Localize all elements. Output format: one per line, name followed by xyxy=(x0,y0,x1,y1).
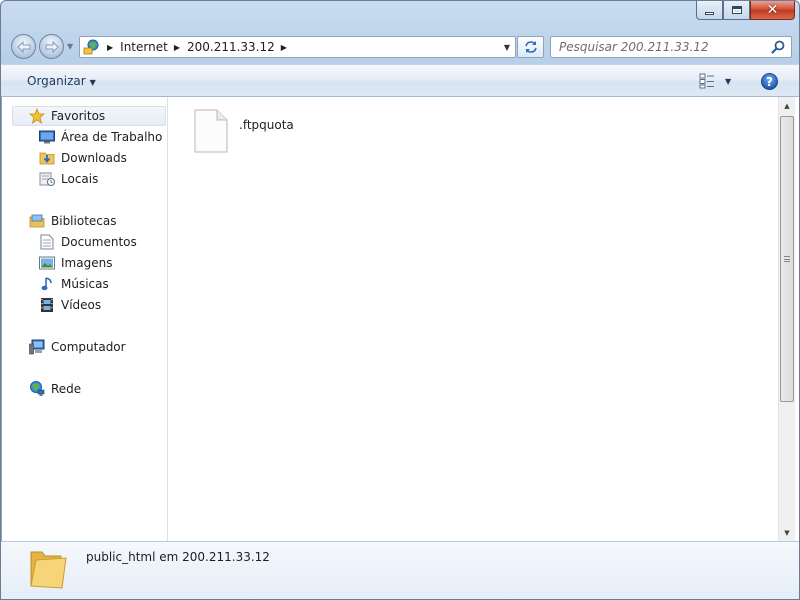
refresh-icon xyxy=(524,41,537,53)
details-text: public_html em 200.211.33.12 xyxy=(86,550,270,564)
maximize-icon xyxy=(731,6,742,14)
scrollbar-thumb[interactable] xyxy=(780,116,794,402)
caption-buttons: ✕ xyxy=(696,1,795,20)
sidebar-item-imagens[interactable]: Imagens xyxy=(39,253,112,273)
downloads-folder-icon xyxy=(39,150,55,166)
sidebar-item-rede[interactable]: Rede xyxy=(29,379,81,399)
recent-places-icon xyxy=(39,171,55,187)
libraries-icon xyxy=(29,213,45,229)
file-name: .ftpquota xyxy=(239,118,294,132)
organize-menu-button[interactable]: Organizar ▼ xyxy=(27,74,96,88)
scroll-up-icon[interactable]: ▲ xyxy=(779,97,795,114)
pictures-icon xyxy=(39,255,55,271)
views-icon xyxy=(699,73,714,89)
breadcrumb-internet[interactable]: Internet xyxy=(120,40,168,54)
documents-icon xyxy=(39,234,55,250)
address-history-dropdown-icon[interactable]: ▼ xyxy=(504,43,510,52)
recent-pages-dropdown-icon[interactable]: ▼ xyxy=(67,42,73,51)
organize-label: Organizar xyxy=(27,74,86,88)
command-bar: Organizar ▼ ▼ ? xyxy=(1,64,799,97)
sidebar-item-documentos[interactable]: Documentos xyxy=(39,232,137,252)
navigation-bar: ▼ ▶ Internet ▶ 200.211.33.12 ▶ ▼ xyxy=(1,31,799,63)
close-button[interactable]: ✕ xyxy=(750,1,795,20)
network-location-icon xyxy=(83,39,99,55)
folder-icon xyxy=(30,551,67,589)
sidebar-item-label: Rede xyxy=(51,382,82,396)
title-bar[interactable]: ✕ xyxy=(1,1,799,31)
sidebar-item-downloads[interactable]: Downloads xyxy=(39,148,127,168)
desktop-icon xyxy=(39,129,55,145)
vertical-scrollbar[interactable]: ▲ ▼ xyxy=(778,97,795,541)
sidebar-item-label: Computador xyxy=(51,340,126,354)
forward-button[interactable] xyxy=(39,34,64,59)
sidebar-item-label: Bibliotecas xyxy=(51,214,117,228)
sidebar-item-label: Downloads xyxy=(61,151,127,165)
sidebar-item-computador[interactable]: Computador xyxy=(29,337,126,357)
sidebar-item-locais[interactable]: Locais xyxy=(39,169,98,189)
forward-arrow-icon xyxy=(45,40,59,53)
help-button[interactable]: ? xyxy=(761,73,778,90)
videos-icon xyxy=(39,297,55,313)
chevron-down-icon: ▼ xyxy=(89,78,96,87)
search-box xyxy=(550,36,792,58)
maximize-button[interactable] xyxy=(723,1,750,20)
sidebar-item-bibliotecas[interactable]: Bibliotecas xyxy=(29,211,116,231)
sidebar-item-label: Músicas xyxy=(61,277,109,291)
scroll-down-icon[interactable]: ▼ xyxy=(779,524,795,541)
sidebar-item-label: Documentos xyxy=(61,235,137,249)
content-area: Favoritos Área de Trabalho Downloads Loc… xyxy=(1,97,799,541)
search-input[interactable] xyxy=(551,37,761,57)
star-icon xyxy=(29,108,45,124)
details-pane: public_html em 200.211.33.12 xyxy=(1,541,799,599)
change-view-button[interactable]: ▼ xyxy=(699,73,731,89)
minimize-icon xyxy=(705,11,714,15)
close-icon: ✕ xyxy=(766,2,779,18)
views-dropdown-icon[interactable]: ▼ xyxy=(725,77,731,86)
computer-icon xyxy=(29,339,45,355)
breadcrumb-separator-icon[interactable]: ▶ xyxy=(174,43,180,52)
file-list-pane[interactable]: .ftpquota xyxy=(169,97,777,541)
back-button[interactable] xyxy=(11,34,36,59)
breadcrumb-host[interactable]: 200.211.33.12 xyxy=(187,40,275,54)
back-arrow-icon xyxy=(16,40,30,53)
file-icon xyxy=(194,109,228,153)
explorer-window: ✕ ▼ ▶ Internet ▶ 200.211.33.12 ▶ ▼ Pesqu… xyxy=(0,0,800,600)
sidebar-item-label: Vídeos xyxy=(61,298,102,312)
breadcrumb-separator-icon[interactable]: ▶ xyxy=(107,43,113,52)
sidebar-item-label: Favoritos xyxy=(51,109,106,123)
minimize-button[interactable] xyxy=(696,1,723,20)
grip-icon xyxy=(784,256,790,262)
search-icon[interactable] xyxy=(771,40,785,54)
sidebar-item-label: Locais xyxy=(61,172,99,186)
navigation-pane[interactable]: Favoritos Área de Trabalho Downloads Loc… xyxy=(2,97,168,541)
breadcrumb-separator-icon[interactable]: ▶ xyxy=(281,43,287,52)
sidebar-item-musicas[interactable]: Músicas xyxy=(39,274,109,294)
music-icon xyxy=(39,276,55,292)
sidebar-item-label: Área de Trabalho xyxy=(61,130,163,144)
sidebar-item-area-de-trabalho[interactable]: Área de Trabalho xyxy=(39,127,162,147)
refresh-button[interactable] xyxy=(517,36,544,58)
sidebar-item-label: Imagens xyxy=(61,256,113,270)
file-item[interactable]: .ftpquota xyxy=(193,109,294,153)
address-bar[interactable]: ▶ Internet ▶ 200.211.33.12 ▶ ▼ xyxy=(79,36,516,58)
network-icon xyxy=(29,381,45,397)
sidebar-item-favoritos[interactable]: Favoritos xyxy=(12,106,166,126)
sidebar-item-videos[interactable]: Vídeos xyxy=(39,295,101,315)
